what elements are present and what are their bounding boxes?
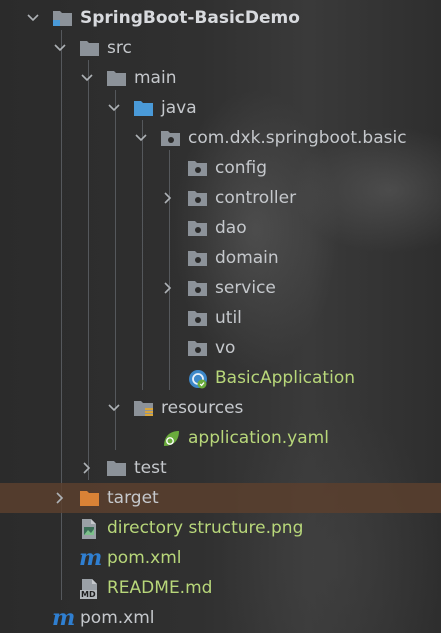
package-icon <box>187 218 209 238</box>
tree-row-package[interactable]: com.dxk.springboot.basic <box>0 123 441 153</box>
spring-leaf-icon <box>160 428 182 448</box>
chevron-down-icon[interactable] <box>78 63 96 93</box>
tree-row-inner-pom[interactable]: m pom.xml <box>0 543 441 573</box>
tree-row-src[interactable]: src <box>0 33 441 63</box>
chevron-down-icon[interactable] <box>105 93 123 123</box>
folder-icon <box>106 458 128 478</box>
excluded-folder-icon <box>79 488 101 508</box>
resources-folder-icon <box>133 398 155 418</box>
chevron-down-icon[interactable] <box>24 3 42 33</box>
package-icon <box>187 188 209 208</box>
tree-row-java[interactable]: java <box>0 93 441 123</box>
vo-label: vo <box>215 338 236 358</box>
util-label: util <box>215 308 242 328</box>
package-icon <box>187 308 209 328</box>
root-project-label: SpringBoot-BasicDemo <box>80 8 300 28</box>
chevron-down-icon[interactable] <box>51 33 69 63</box>
package-icon <box>187 158 209 178</box>
maven-icon: m <box>52 605 76 631</box>
inner-pom-label: pom.xml <box>107 548 182 568</box>
maven-icon: m <box>79 545 103 571</box>
folder-icon <box>79 38 101 58</box>
project-tree-panel: SpringBoot-BasicDemo src main java com.d… <box>0 0 441 633</box>
tree-row-target[interactable]: target <box>0 483 441 513</box>
config-label: config <box>215 158 268 178</box>
package-icon <box>187 248 209 268</box>
chevron-right-icon[interactable] <box>51 483 69 513</box>
module-folder-icon <box>52 8 74 28</box>
tree-row-vo[interactable]: vo <box>0 333 441 363</box>
chevron-right-icon[interactable] <box>159 273 177 303</box>
resources-label: resources <box>161 398 244 418</box>
tree-row-util[interactable]: util <box>0 303 441 333</box>
domain-label: domain <box>215 248 279 268</box>
markdown-badge: MD <box>80 590 97 599</box>
package-label: com.dxk.springboot.basic <box>188 128 407 148</box>
test-label: test <box>134 458 167 478</box>
tree-row-directory-png[interactable]: directory structure.png <box>0 513 441 543</box>
basic-application-label: BasicApplication <box>215 368 355 388</box>
java-label: java <box>161 98 197 118</box>
tree-row-root[interactable]: SpringBoot-BasicDemo <box>0 3 441 33</box>
main-label: main <box>134 68 177 88</box>
chevron-right-icon[interactable] <box>78 453 96 483</box>
tree-row-readme[interactable]: MD README.md <box>0 573 441 603</box>
chevron-right-icon[interactable] <box>159 183 177 213</box>
chevron-down-icon[interactable] <box>132 123 150 153</box>
image-file-icon <box>79 518 101 539</box>
package-icon <box>160 128 182 148</box>
tree-row-service[interactable]: service <box>0 273 441 303</box>
service-label: service <box>215 278 276 298</box>
readme-label: README.md <box>107 578 213 598</box>
tree-row-resources[interactable]: resources <box>0 393 441 423</box>
tree-row-controller[interactable]: controller <box>0 183 441 213</box>
source-folder-icon <box>133 98 155 118</box>
package-icon <box>187 338 209 358</box>
controller-label: controller <box>215 188 297 208</box>
tree-row-main[interactable]: main <box>0 63 441 93</box>
tree-row-outer-pom[interactable]: m pom.xml <box>0 603 441 633</box>
package-icon <box>187 278 209 298</box>
spring-boot-class-icon <box>187 368 209 389</box>
tree-row-basic-application[interactable]: BasicApplication <box>0 363 441 393</box>
application-yaml-label: application.yaml <box>188 428 329 448</box>
dao-label: dao <box>215 218 247 238</box>
folder-icon <box>106 68 128 88</box>
tree-row-config[interactable]: config <box>0 153 441 183</box>
target-label: target <box>107 488 159 508</box>
chevron-down-icon[interactable] <box>105 393 123 423</box>
src-label: src <box>107 38 132 58</box>
tree-row-domain[interactable]: domain <box>0 243 441 273</box>
directory-png-label: directory structure.png <box>107 518 304 538</box>
tree-row-dao[interactable]: dao <box>0 213 441 243</box>
tree-row-test[interactable]: test <box>0 453 441 483</box>
outer-pom-label: pom.xml <box>80 608 155 628</box>
tree-row-application-yaml[interactable]: application.yaml <box>0 423 441 453</box>
